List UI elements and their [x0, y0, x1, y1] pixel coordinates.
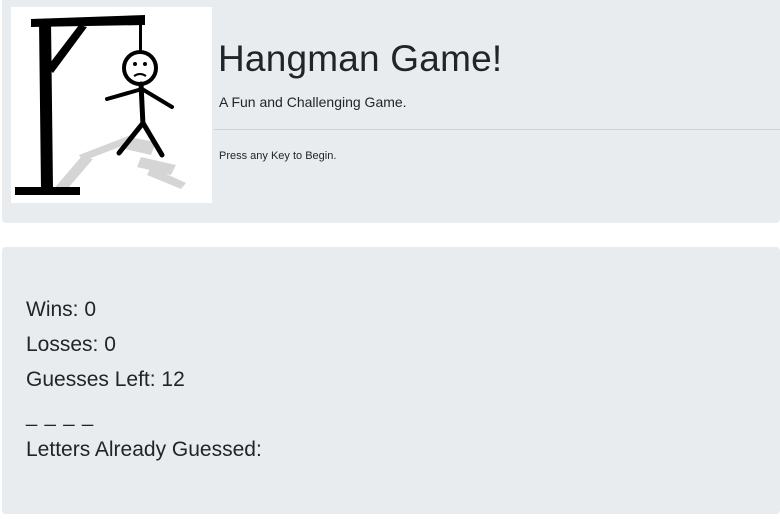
page-subtitle: A Fun and Challenging Game. [219, 94, 407, 110]
letters-guessed: Letters Already Guessed: [26, 438, 262, 462]
page-title: Hangman Game! [218, 38, 503, 79]
header-panel: Hangman Game! A Fun and Challenging Game… [2, 0, 780, 223]
losses-counter: Losses: 0 [26, 333, 116, 357]
game-stats-panel: Wins: 0 Losses: 0 Guesses Left: 12 _ _ _… [2, 247, 780, 514]
word-blanks: _ _ _ _ [26, 405, 95, 427]
wins-value: 0 [84, 298, 97, 321]
header-divider [214, 129, 780, 130]
guesses-left-value: 12 [161, 368, 185, 391]
letters-guessed-label: Letters Already Guessed: [26, 438, 262, 461]
hangman-gallows-icon [11, 7, 212, 203]
losses-value: 0 [104, 333, 116, 356]
wins-counter: Wins: 0 [26, 298, 96, 322]
start-instruction: Press any Key to Begin. [219, 150, 337, 162]
wins-label: Wins: [26, 298, 79, 321]
guesses-left-label: Guesses Left: [26, 368, 156, 391]
losses-label: Losses: [26, 333, 99, 356]
guesses-left-counter: Guesses Left: 12 [26, 368, 185, 392]
